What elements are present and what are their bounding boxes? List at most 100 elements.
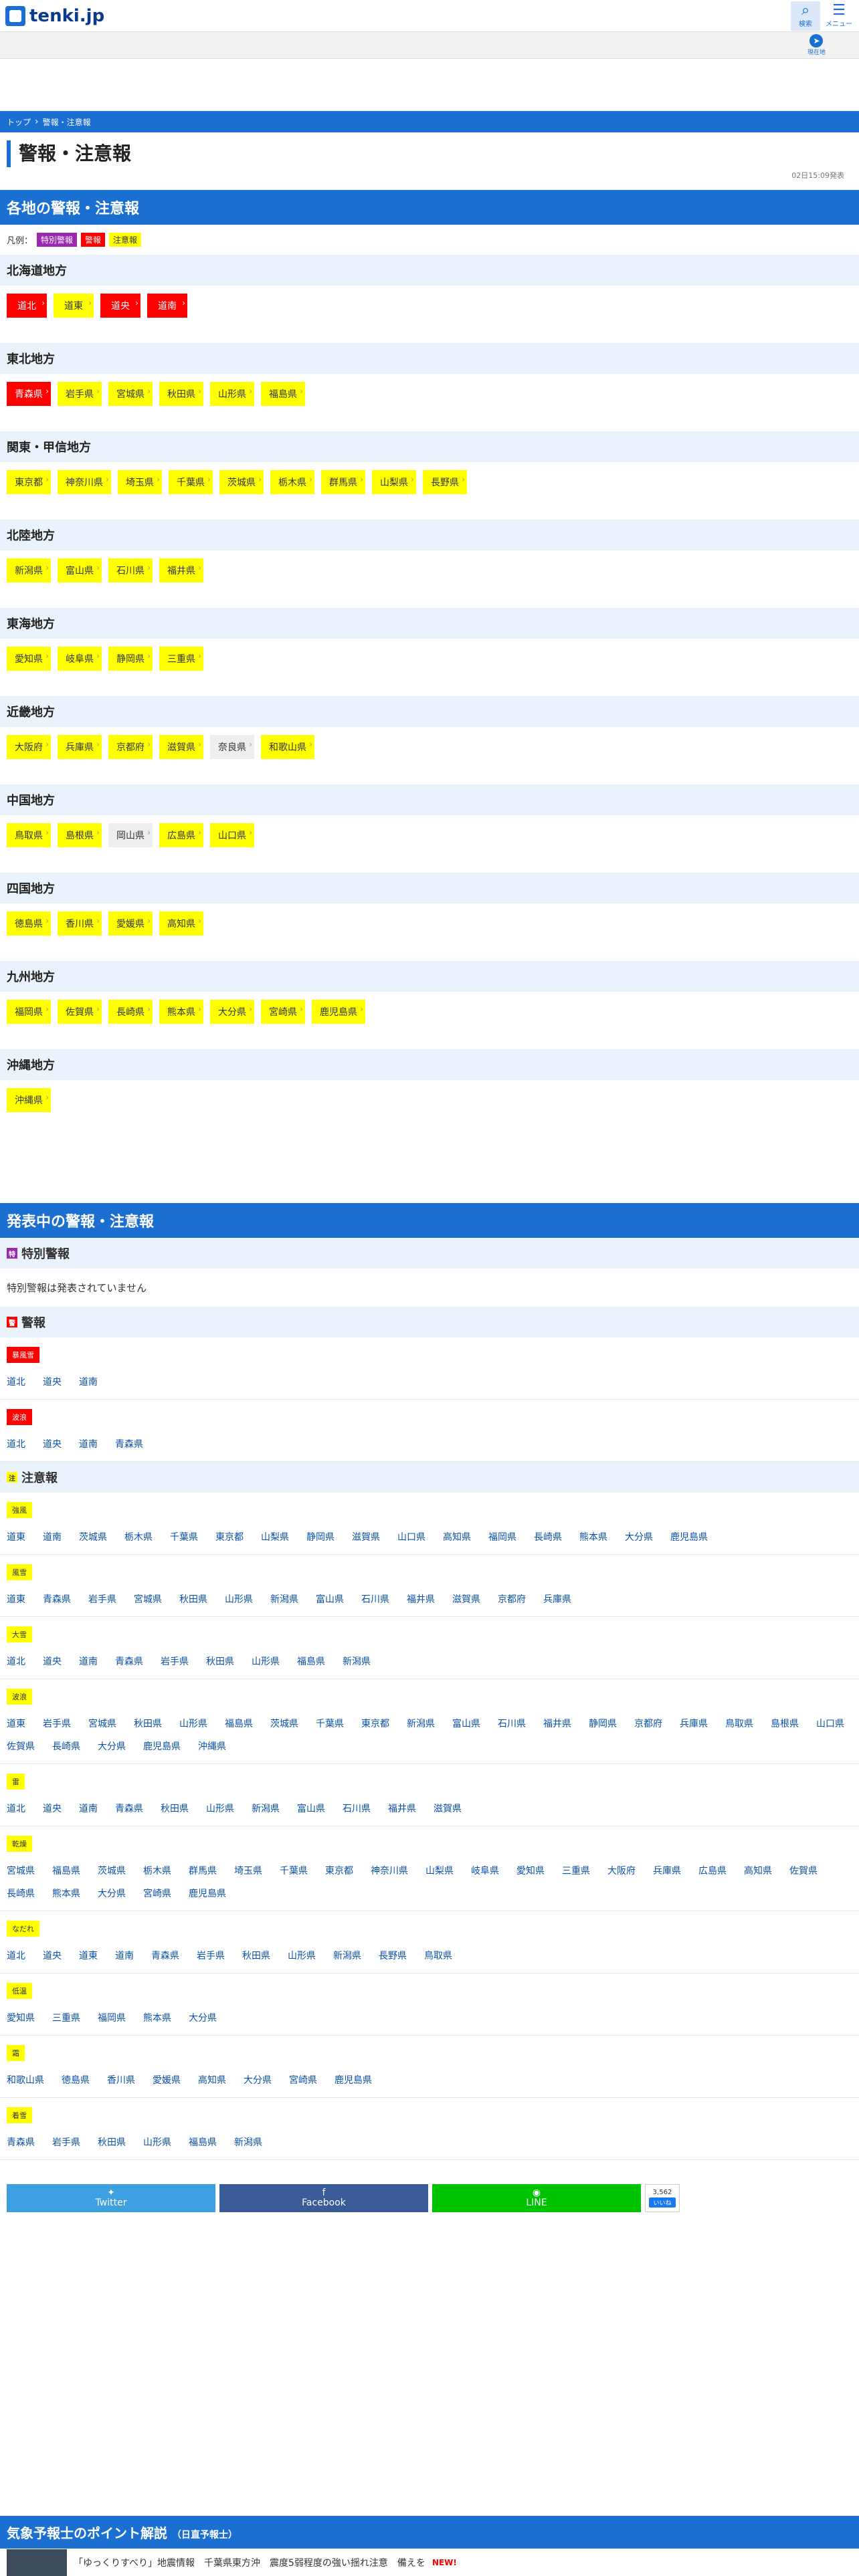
area-link[interactable]: 愛媛県: [153, 2073, 181, 2086]
prefecture-button[interactable]: 京都府: [108, 735, 153, 759]
area-link[interactable]: 鹿児島県: [143, 1739, 181, 1753]
area-link[interactable]: 秋田県: [206, 1654, 234, 1668]
area-link[interactable]: 栃木県: [143, 1864, 171, 1877]
area-link[interactable]: 和歌山県: [7, 2073, 44, 2086]
area-link[interactable]: 福島県: [189, 2135, 217, 2149]
prefecture-button[interactable]: 福井県: [159, 558, 203, 582]
area-link[interactable]: 道北: [7, 1949, 25, 1962]
area-link[interactable]: 千葉県: [316, 1717, 344, 1730]
area-link[interactable]: 宮城県: [134, 1592, 162, 1606]
area-link[interactable]: 静岡県: [589, 1717, 617, 1730]
area-link[interactable]: 群馬県: [189, 1864, 217, 1877]
search-button[interactable]: ⌕ 検索: [791, 1, 820, 31]
area-link[interactable]: 高知県: [443, 1530, 471, 1543]
area-link[interactable]: 福井県: [543, 1717, 571, 1730]
prefecture-button[interactable]: 長崎県: [108, 1000, 153, 1024]
area-link[interactable]: 兵庫県: [680, 1717, 708, 1730]
area-link[interactable]: 熊本県: [579, 1530, 607, 1543]
prefecture-button[interactable]: 滋賀県: [159, 735, 203, 759]
area-link[interactable]: 福島県: [297, 1654, 325, 1668]
prefecture-button[interactable]: 東京都: [7, 470, 51, 494]
area-link[interactable]: 鹿児島県: [670, 1530, 708, 1543]
area-link[interactable]: 岩手県: [43, 1717, 71, 1730]
area-link[interactable]: 茨城県: [79, 1530, 107, 1543]
prefecture-button[interactable]: 高知県: [159, 911, 203, 936]
prefecture-button[interactable]: 福島県: [261, 382, 305, 406]
prefecture-button[interactable]: 宮城県: [108, 382, 153, 406]
area-link[interactable]: 道南: [79, 1802, 98, 1815]
area-link[interactable]: 道南: [115, 1949, 134, 1962]
area-link[interactable]: 宮崎県: [143, 1887, 171, 1900]
area-link[interactable]: 青森県: [115, 1654, 143, 1668]
area-link[interactable]: 滋賀県: [434, 1802, 462, 1815]
facebook-like-counter[interactable]: 3,562 いいね: [645, 2184, 680, 2212]
area-link[interactable]: 鹿児島県: [335, 2073, 372, 2086]
prefecture-button[interactable]: 神奈川県: [58, 470, 111, 494]
area-link[interactable]: 岩手県: [161, 1654, 189, 1668]
area-link[interactable]: 石川県: [498, 1717, 526, 1730]
area-link[interactable]: 道北: [7, 1802, 25, 1815]
site-logo[interactable]: tenki.jp: [5, 5, 104, 26]
area-link[interactable]: 山形県: [206, 1802, 234, 1815]
area-link[interactable]: 新潟県: [343, 1654, 371, 1668]
area-link[interactable]: 道央: [43, 1654, 62, 1668]
twitter-share-button[interactable]: ✦ Twitter: [7, 2184, 215, 2212]
area-link[interactable]: 道東: [7, 1717, 25, 1730]
prefecture-button[interactable]: 福岡県: [7, 1000, 51, 1024]
area-link[interactable]: 茨城県: [270, 1717, 298, 1730]
prefecture-button[interactable]: 秋田県: [159, 382, 203, 406]
area-link[interactable]: 佐賀県: [789, 1864, 818, 1877]
news-item[interactable]: 「ゆっくりすべり」地震情報 千葉県東方沖 震度5弱程度の強い揺れ注意 備えを N…: [0, 2549, 859, 2576]
area-link[interactable]: 秋田県: [161, 1802, 189, 1815]
area-link[interactable]: 佐賀県: [7, 1739, 35, 1753]
prefecture-button[interactable]: 山口県: [210, 823, 254, 847]
area-link[interactable]: 青森県: [7, 2135, 35, 2149]
area-link[interactable]: 青森県: [43, 1592, 71, 1606]
area-link[interactable]: 石川県: [343, 1802, 371, 1815]
area-link[interactable]: 大分県: [98, 1887, 126, 1900]
breadcrumb-top[interactable]: トップ: [7, 116, 31, 128]
area-link[interactable]: 広島県: [698, 1864, 727, 1877]
prefecture-button[interactable]: 新潟県: [7, 558, 51, 582]
prefecture-button[interactable]: 道央: [100, 294, 140, 318]
area-link[interactable]: 岩手県: [52, 2135, 80, 2149]
prefecture-button[interactable]: 鳥取県: [7, 823, 51, 847]
area-link[interactable]: 新潟県: [407, 1717, 435, 1730]
area-link[interactable]: 沖縄県: [198, 1739, 226, 1753]
prefecture-button[interactable]: 大分県: [210, 1000, 254, 1024]
area-link[interactable]: 道央: [43, 1375, 62, 1388]
prefecture-button[interactable]: 岐阜県: [58, 647, 102, 671]
area-link[interactable]: 大分県: [98, 1739, 126, 1753]
area-link[interactable]: 道央: [43, 1802, 62, 1815]
area-link[interactable]: 長崎県: [7, 1887, 35, 1900]
area-link[interactable]: 滋賀県: [352, 1530, 380, 1543]
prefecture-button[interactable]: 山梨県: [372, 470, 416, 494]
area-link[interactable]: 山形県: [179, 1717, 207, 1730]
prefecture-button[interactable]: 佐賀県: [58, 1000, 102, 1024]
area-link[interactable]: 兵庫県: [653, 1864, 681, 1877]
prefecture-button[interactable]: 熊本県: [159, 1000, 203, 1024]
area-link[interactable]: 道央: [43, 1949, 62, 1962]
prefecture-button[interactable]: 道東: [54, 294, 94, 318]
area-link[interactable]: 道央: [43, 1437, 62, 1451]
facebook-share-button[interactable]: f Facebook: [219, 2184, 428, 2212]
area-link[interactable]: 京都府: [634, 1717, 662, 1730]
area-link[interactable]: 道東: [7, 1592, 25, 1606]
area-link[interactable]: 秋田県: [179, 1592, 207, 1606]
area-link[interactable]: 高知県: [744, 1864, 772, 1877]
area-link[interactable]: 長野県: [379, 1949, 407, 1962]
prefecture-button[interactable]: 愛知県: [7, 647, 51, 671]
area-link[interactable]: 山口県: [397, 1530, 425, 1543]
prefecture-button[interactable]: 岡山県: [108, 823, 153, 847]
area-link[interactable]: 埼玉県: [234, 1864, 262, 1877]
area-link[interactable]: 大分県: [625, 1530, 653, 1543]
prefecture-button[interactable]: 徳島県: [7, 911, 51, 936]
area-link[interactable]: 道北: [7, 1375, 25, 1388]
area-link[interactable]: 茨城県: [98, 1864, 126, 1877]
area-link[interactable]: 香川県: [107, 2073, 135, 2086]
area-link[interactable]: 福岡県: [98, 2011, 126, 2024]
prefecture-button[interactable]: 三重県: [159, 647, 203, 671]
area-link[interactable]: 道南: [79, 1437, 98, 1451]
area-link[interactable]: 岐阜県: [471, 1864, 499, 1877]
prefecture-button[interactable]: 栃木県: [270, 470, 314, 494]
